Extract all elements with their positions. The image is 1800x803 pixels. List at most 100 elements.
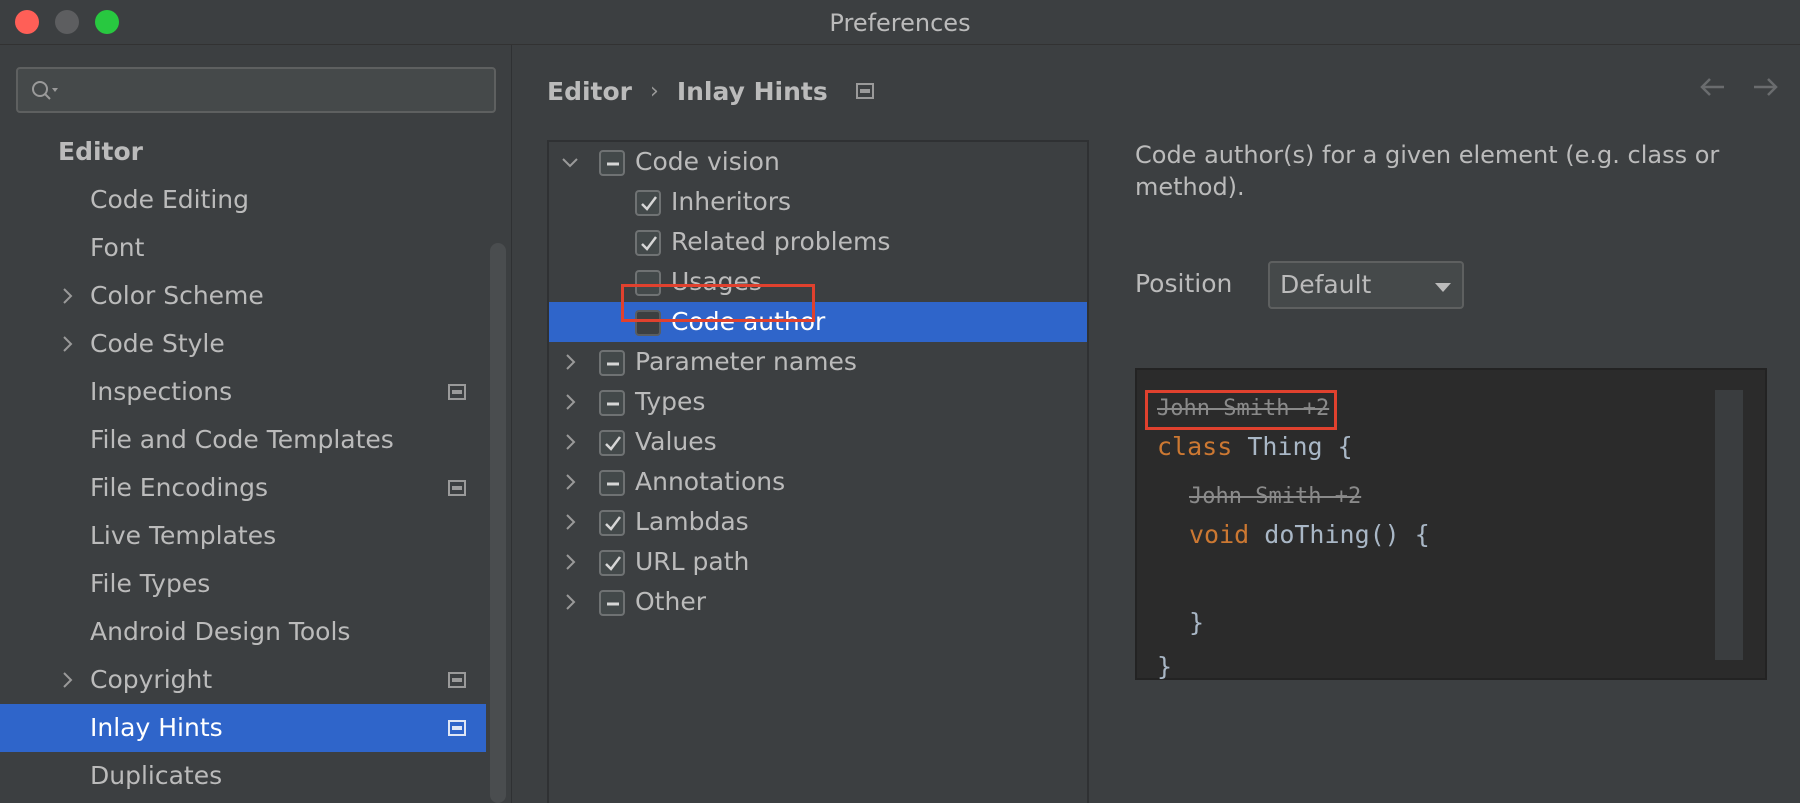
- code-preview: John Smith +2 class Thing { John Smith +…: [1135, 368, 1767, 681]
- position-dropdown[interactable]: Default: [1268, 261, 1464, 309]
- chevron-right-icon[interactable]: [58, 335, 76, 353]
- sidebar-item-label: Code Editing: [90, 185, 250, 214]
- checkbox[interactable]: [599, 590, 625, 616]
- hint-url-path[interactable]: URL path: [549, 542, 1087, 582]
- hint-label: Types: [635, 387, 706, 416]
- hint-annotations[interactable]: Annotations: [549, 462, 1087, 502]
- sidebar-item-code-editing[interactable]: Code Editing: [0, 176, 486, 224]
- project-scope-icon: [448, 720, 466, 736]
- title-bar: Preferences: [0, 0, 1800, 45]
- search-icon: [32, 81, 58, 100]
- hint-lambdas[interactable]: Lambdas: [549, 502, 1087, 542]
- hint-label: Other: [635, 587, 706, 616]
- checkbox[interactable]: [635, 190, 661, 216]
- settings-content: Editor › Inlay Hints Code vision Inherito…: [513, 45, 1800, 803]
- sidebar-item-inspections[interactable]: Inspections: [0, 368, 486, 416]
- hint-label: URL path: [635, 547, 750, 576]
- chevron-right-icon[interactable]: [561, 513, 579, 531]
- window-title: Preferences: [829, 9, 971, 37]
- checkbox[interactable]: [599, 390, 625, 416]
- chevron-right-icon[interactable]: [561, 553, 579, 571]
- chevron-right-icon[interactable]: [561, 353, 579, 371]
- sidebar-item-file-encodings[interactable]: File Encodings: [0, 464, 486, 512]
- method-declaration: doThing() {: [1249, 520, 1430, 549]
- back-arrow-icon[interactable]: [1698, 75, 1726, 99]
- sidebar-item-label: Color Scheme: [90, 281, 264, 310]
- hint-code-author[interactable]: Code author: [549, 302, 1087, 342]
- checkbox[interactable]: [635, 310, 661, 336]
- hint-types[interactable]: Types: [549, 382, 1087, 422]
- checkbox[interactable]: [599, 510, 625, 536]
- chevron-right-icon[interactable]: [561, 393, 579, 411]
- position-label: Position: [1135, 269, 1233, 298]
- sidebar-item-label: Live Templates: [90, 521, 277, 550]
- preview-author-hint: John Smith +2: [1157, 396, 1330, 421]
- hint-label: Parameter names: [635, 347, 857, 376]
- sidebar-item-duplicates[interactable]: Duplicates: [0, 752, 486, 800]
- preview-scrollbar[interactable]: [1715, 390, 1743, 660]
- chevron-down-icon: [1435, 283, 1451, 292]
- sidebar-item-file-and-code-templates[interactable]: File and Code Templates: [0, 416, 486, 464]
- hint-description: Code author(s) for a given element (e.g.…: [1135, 141, 1720, 201]
- search-input[interactable]: [72, 75, 482, 105]
- checkbox[interactable]: [635, 230, 661, 256]
- sidebar-section-editor[interactable]: Editor: [0, 128, 486, 176]
- sidebar-item-label: File Types: [90, 569, 211, 598]
- preview-class-line: class Thing {: [1157, 432, 1353, 461]
- hint-values[interactable]: Values: [549, 422, 1087, 462]
- checkbox[interactable]: [635, 270, 661, 296]
- class-declaration: Thing {: [1232, 432, 1353, 461]
- checkbox[interactable]: [599, 430, 625, 456]
- sidebar-item-color-scheme[interactable]: Color Scheme: [0, 272, 486, 320]
- settings-search[interactable]: [16, 67, 496, 113]
- sidebar-item-font[interactable]: Font: [0, 224, 486, 272]
- preview-method-close: }: [1189, 608, 1205, 637]
- sidebar-item-label: File Encodings: [90, 473, 269, 502]
- sidebar-item-inlay-hints[interactable]: Inlay Hints: [0, 704, 486, 752]
- sidebar-item-label: Font: [90, 233, 145, 262]
- checkbox[interactable]: [599, 350, 625, 376]
- preview-method-author-hint: John Smith +2: [1189, 484, 1362, 509]
- checkbox[interactable]: [599, 550, 625, 576]
- sidebar-item-live-templates[interactable]: Live Templates: [0, 512, 486, 560]
- hint-inheritors[interactable]: Inheritors: [549, 182, 1087, 222]
- position-value: Default: [1280, 270, 1372, 299]
- hint-code-vision[interactable]: Code vision: [549, 142, 1087, 182]
- chevron-right-icon[interactable]: [561, 593, 579, 611]
- forward-arrow-icon[interactable]: [1752, 75, 1780, 99]
- hint-label: Code vision: [635, 147, 780, 176]
- project-scope-icon: [855, 83, 874, 99]
- chevron-down-icon[interactable]: [561, 153, 579, 171]
- sidebar-scrollbar[interactable]: [490, 243, 506, 803]
- chevron-right-icon[interactable]: [58, 287, 76, 305]
- chevron-right-icon[interactable]: [561, 473, 579, 491]
- sidebar-item-file-types[interactable]: File Types: [0, 560, 486, 608]
- project-scope-icon: [448, 384, 466, 400]
- keyword-class: class: [1157, 432, 1233, 461]
- sidebar-item-code-style[interactable]: Code Style: [0, 320, 486, 368]
- sidebar-item-label: Duplicates: [90, 761, 223, 790]
- sidebar-item-android-design-tools[interactable]: Android Design Tools: [0, 608, 486, 656]
- hint-parameter-names[interactable]: Parameter names: [549, 342, 1087, 382]
- sidebar-item-label: Inlay Hints: [90, 713, 223, 742]
- chevron-right-icon[interactable]: [58, 671, 76, 689]
- settings-tree: Editor Code Editing Font Color Scheme Code …: [0, 128, 486, 800]
- breadcrumb-parent[interactable]: Editor: [547, 77, 632, 106]
- breadcrumb-separator: ›: [650, 78, 659, 104]
- hint-other[interactable]: Other: [549, 582, 1087, 622]
- hint-label: Inheritors: [671, 187, 792, 216]
- project-scope-icon: [448, 480, 466, 496]
- hint-label: Values: [635, 427, 717, 456]
- sidebar-item-label: Copyright: [90, 665, 213, 694]
- sidebar-item-label: File and Code Templates: [90, 425, 394, 454]
- checkbox[interactable]: [599, 150, 625, 176]
- hint-label: Code author: [671, 307, 826, 336]
- preview-class-close: }: [1157, 652, 1173, 681]
- checkbox[interactable]: [599, 470, 625, 496]
- chevron-right-icon[interactable]: [561, 433, 579, 451]
- hint-related-problems[interactable]: Related problems: [549, 222, 1087, 262]
- keyword-void: void: [1189, 520, 1250, 549]
- hint-usages[interactable]: Usages: [549, 262, 1087, 302]
- hint-label: Annotations: [635, 467, 786, 496]
- sidebar-item-copyright[interactable]: Copyright: [0, 656, 486, 704]
